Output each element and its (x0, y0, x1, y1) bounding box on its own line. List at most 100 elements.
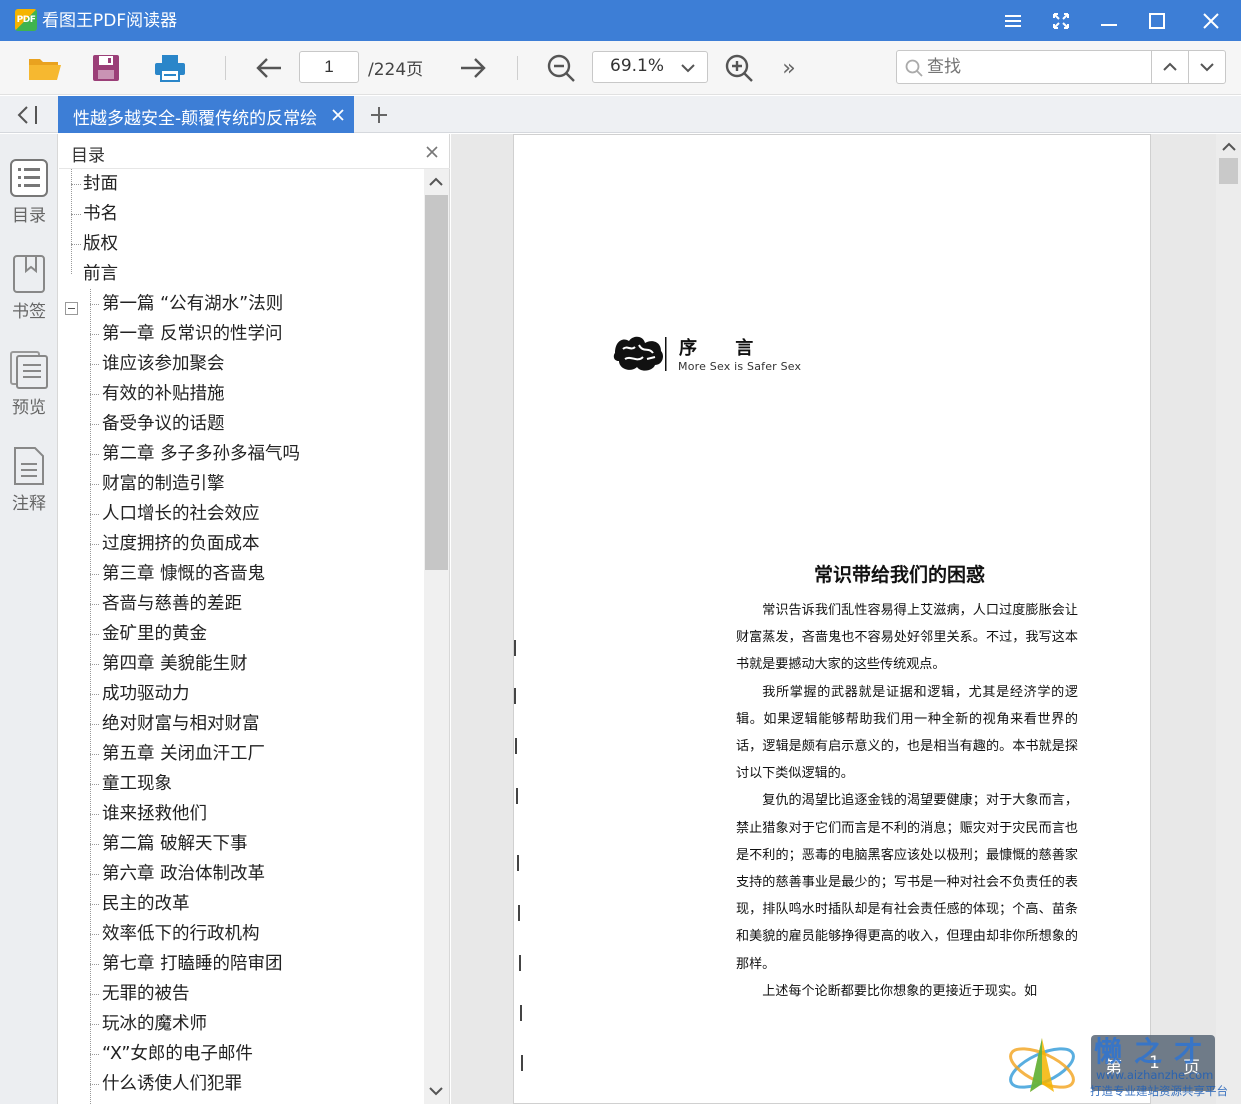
document-tab[interactable]: 性越多越安全-颠覆传统的反常绘 (58, 96, 354, 133)
menu-icon[interactable] (998, 6, 1028, 36)
paragraph: 我所掌握的武器就是证据和逻辑，尤其是经济学的逻辑。如果逻辑能够帮助我们用一种全新… (736, 684, 1078, 782)
print-icon[interactable] (152, 50, 188, 86)
chevron-up-icon (1163, 62, 1177, 71)
document-viewport[interactable]: 序 言 More Sex is Safer Sex 常识带给我们的困惑 常识告诉… (451, 134, 1241, 1104)
tab-bar: 性越多越安全-颠覆传统的反常绘 (0, 96, 1241, 133)
fullscreen-icon[interactable] (1046, 6, 1076, 36)
toolbar: /224页 69.1% » (0, 41, 1241, 95)
outline-item[interactable]: 第一章 反常识的性学问 (102, 319, 283, 349)
scroll-up-icon[interactable] (1220, 138, 1238, 156)
zoom-select[interactable]: 69.1% (592, 51, 708, 83)
maximize-icon[interactable] (1142, 6, 1172, 36)
document-scroll-thumb[interactable] (1219, 158, 1238, 184)
previous-page-icon[interactable] (251, 50, 287, 86)
title-bar: PDF 看图王PDF阅读器 (0, 0, 1241, 41)
tree-connector (90, 424, 99, 425)
body-text: 常识告诉我们乱性容易得上艾滋病，人口过度膨胀会让财富蒸发，吝啬鬼也不容易处好邻里… (736, 597, 1078, 1005)
outline-item[interactable]: 绝对财富与相对财富 (102, 709, 260, 739)
collapse-sidebar-icon[interactable] (15, 104, 41, 126)
rail-item-preview[interactable]: 预览 (0, 350, 58, 430)
outline-item[interactable]: 前言 (83, 259, 118, 289)
outline-item[interactable]: 第四章 美貌能生财 (102, 649, 248, 679)
outline-item[interactable]: 效率低下的行政机构 (102, 919, 260, 949)
scan-mark (515, 738, 517, 754)
outline-scroll-thumb[interactable] (425, 195, 448, 570)
save-icon[interactable] (88, 50, 124, 86)
outline-item[interactable]: 无罪的被告 (102, 979, 190, 1009)
add-tab-icon[interactable] (368, 104, 390, 126)
outline-item[interactable]: 第二章 多子多孙多福气吗 (102, 439, 300, 469)
outline-item[interactable]: 金矿里的黄金 (102, 619, 207, 649)
outline-item[interactable]: 谁应该参加聚会 (102, 349, 225, 379)
pdf-page: 序 言 More Sex is Safer Sex 常识带给我们的困惑 常识告诉… (513, 134, 1151, 1104)
search-box (896, 50, 1226, 84)
next-page-icon[interactable] (455, 50, 491, 86)
tree-connector (90, 904, 99, 905)
outline-item[interactable]: 封面 (83, 169, 118, 199)
outline-item[interactable]: 吝啬与慈善的差距 (102, 589, 242, 619)
rail-item-annotations[interactable]: 注释 (0, 446, 58, 526)
scroll-down-icon[interactable] (427, 1082, 445, 1100)
outline-item[interactable]: 童工现象 (102, 769, 172, 799)
zoom-out-icon[interactable] (543, 50, 579, 86)
search-input[interactable] (927, 51, 1147, 83)
tree-connector (90, 754, 99, 755)
outline-item[interactable]: 过度拥挤的负面成本 (102, 529, 260, 559)
outline-item[interactable]: 有效的补贴措施 (102, 379, 225, 409)
outline-item[interactable]: 书名 (83, 199, 118, 229)
zoom-in-icon[interactable] (721, 50, 757, 86)
tree-connector (90, 604, 99, 605)
outline-item[interactable]: 玩冰的魔术师 (102, 1009, 207, 1039)
paragraph: 常识告诉我们乱性容易得上艾滋病，人口过度膨胀会让财富蒸发，吝啬鬼也不容易处好邻里… (736, 603, 1078, 673)
toolbar-divider (517, 56, 518, 80)
outline-item[interactable]: 什么诱使人们犯罪 (102, 1069, 242, 1099)
minimize-icon[interactable] (1094, 6, 1124, 36)
expand-collapse-toggle[interactable] (65, 302, 78, 315)
outline-item[interactable]: “X”女郎的电子邮件 (102, 1039, 253, 1069)
more-tools-button[interactable]: » (771, 50, 807, 86)
page-number-input[interactable] (299, 51, 359, 83)
rail-item-outline[interactable]: 目录 (0, 158, 58, 238)
toolbar-divider (225, 56, 226, 80)
rail-label: 注释 (12, 494, 46, 514)
search-icon (905, 59, 923, 77)
search-next-button[interactable] (1188, 51, 1225, 83)
tree-connector (71, 214, 81, 215)
tree-connector (90, 694, 99, 695)
bookmark-icon (13, 255, 45, 293)
outline-item[interactable]: 第一篇 “公有湖水”法则 (102, 289, 283, 319)
outline-item[interactable]: 第七章 打瞌睡的陪审团 (102, 949, 283, 979)
outline-item[interactable]: 第六章 政治体制改革 (102, 859, 265, 889)
close-tab-icon[interactable] (331, 107, 345, 121)
close-panel-icon[interactable] (425, 144, 439, 158)
outline-item[interactable]: 版权 (83, 229, 118, 259)
outline-item[interactable]: 第三章 慷慨的吝啬鬼 (102, 559, 265, 589)
zoom-value: 69.1% (610, 56, 665, 76)
scroll-up-icon[interactable] (427, 173, 445, 191)
rail-item-bookmarks[interactable]: 书签 (0, 254, 58, 334)
document-scrollbar[interactable] (1216, 134, 1241, 1104)
close-icon[interactable] (1196, 6, 1226, 36)
scan-mark (518, 905, 520, 921)
outline-item[interactable]: 成功驱动力 (102, 679, 190, 709)
tree-connector (90, 1024, 99, 1025)
outline-item[interactable]: 第二篇 破解天下事 (102, 829, 248, 859)
outline-scrollbar[interactable] (424, 169, 449, 1104)
open-folder-icon[interactable] (27, 50, 63, 86)
rail-label: 预览 (12, 398, 46, 418)
outline-item[interactable]: 财富的制造引擎 (102, 469, 225, 499)
paragraph: 上述每个论断都要比你想象的更接近于现实。如 (762, 983, 1038, 999)
search-previous-button[interactable] (1151, 51, 1188, 83)
outline-item[interactable]: 谁来拯救他们 (102, 799, 207, 829)
tree-connector (90, 664, 99, 665)
outline-item[interactable]: 民主的改革 (102, 889, 190, 919)
tree-connector (90, 484, 99, 485)
page-content: 序 言 More Sex is Safer Sex 常识带给我们的困惑 常识告诉… (514, 135, 1150, 1103)
scan-mark (514, 640, 516, 656)
outline-item[interactable]: 人口增长的社会效应 (102, 499, 260, 529)
chevron-down-icon (1200, 63, 1214, 72)
outline-item[interactable]: 第五章 关闭血汗工厂 (102, 739, 265, 769)
page-total: /224页 (368, 60, 424, 80)
outline-item[interactable]: 备受争议的话题 (102, 409, 225, 439)
chapter-subtitle: More Sex is Safer Sex (678, 360, 802, 373)
